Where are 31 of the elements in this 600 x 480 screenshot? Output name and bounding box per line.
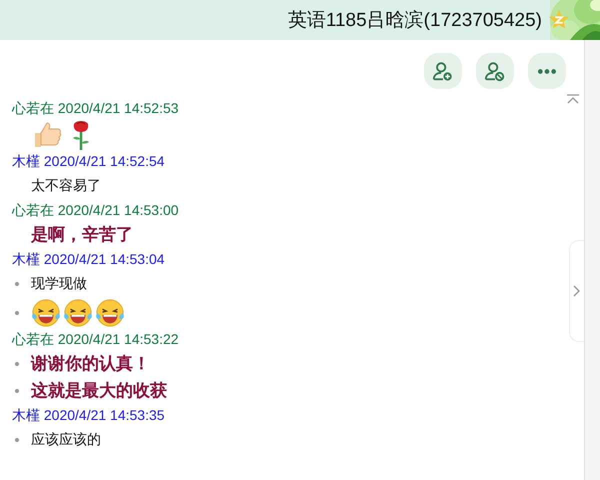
bullet-icon <box>15 362 19 366</box>
message-text: 谢谢你的认真！ <box>31 353 150 375</box>
bullet-icon <box>15 438 19 442</box>
message-header: 心若在 2020/4/21 14:52:53 <box>12 99 179 118</box>
scroll-top-icon[interactable] <box>566 94 580 104</box>
message-text: 是啊，辛苦了 <box>31 224 133 246</box>
more-button[interactable] <box>528 53 566 89</box>
star-icon <box>548 9 570 31</box>
message-header: 木槿 2020/4/21 14:53:04 <box>12 250 165 269</box>
chevron-right-icon <box>573 285 581 297</box>
message-header: 心若在 2020/4/21 14:53:00 <box>12 201 179 220</box>
message-text: 太不容易了 <box>31 176 101 194</box>
more-icon <box>537 68 557 74</box>
message-text: 应该应该的 <box>31 430 101 448</box>
bullet-icon <box>15 310 19 314</box>
person-block-icon <box>484 60 506 82</box>
window-title: 英语1185吕晗滨(1723705425) <box>288 9 542 33</box>
message-text: 这就是最大的收获 <box>31 380 167 402</box>
message-header: 心若在 2020/4/21 14:53:22 <box>12 330 179 349</box>
collapse-handle[interactable] <box>569 240 584 342</box>
person-add-icon <box>432 60 454 82</box>
bullet-icon <box>15 388 19 392</box>
bullet-icon <box>15 282 19 286</box>
message-header: 木槿 2020/4/21 14:52:54 <box>12 152 165 171</box>
message-header: 木槿 2020/4/21 14:53:35 <box>12 406 165 425</box>
person-button[interactable] <box>424 53 462 89</box>
person-button[interactable] <box>476 53 514 89</box>
laughing-face-icon <box>63 298 93 328</box>
message-text: 现学现做 <box>31 274 87 292</box>
laughing-face-icon <box>31 298 61 328</box>
laughing-face-icon <box>95 298 125 328</box>
